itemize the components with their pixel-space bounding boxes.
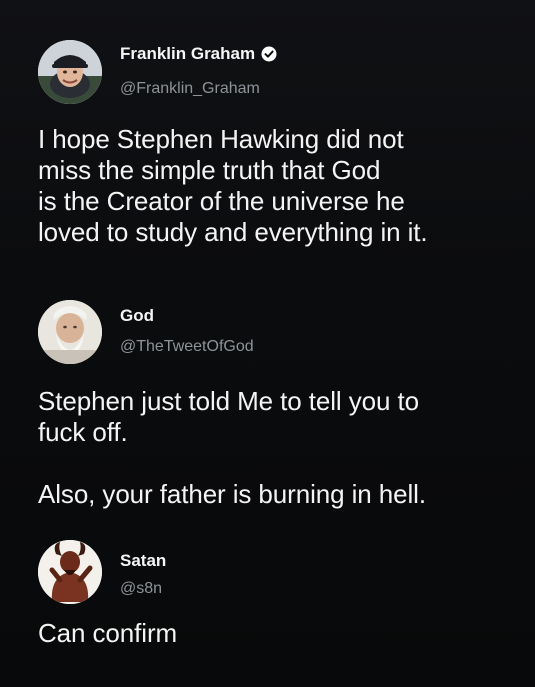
display-name[interactable]: Satan: [120, 551, 166, 571]
tweet-text-line: Also, your father is burning in hell.: [38, 479, 426, 509]
tweet-thread: Franklin Graham @Franklin_Graham I hope …: [0, 0, 535, 687]
tweet-text-line: miss the simple truth that God: [38, 155, 381, 185]
tweet-text: Stephen just told Me to tell you to fuck…: [38, 386, 518, 448]
display-name[interactable]: Franklin Graham: [120, 44, 255, 64]
tweet-text-line: fuck off.: [38, 417, 128, 447]
tweet-text: I hope Stephen Hawking did not miss the …: [38, 124, 518, 248]
tweet-text-line: Stephen just told Me to tell you to: [38, 386, 419, 416]
user-handle[interactable]: @s8n: [120, 580, 162, 598]
tweet-text-line: Can confirm: [38, 618, 178, 648]
tweet-text: Also, your father is burning in hell.: [38, 479, 518, 510]
user-handle[interactable]: @TheTweetOfGod: [120, 338, 254, 356]
satan-avatar-icon: [38, 540, 102, 604]
tweet-text-line: I hope Stephen Hawking did not: [38, 124, 404, 154]
verified-badge-icon: [261, 46, 277, 62]
avatar[interactable]: [38, 540, 102, 604]
franklin-graham-avatar-icon: [38, 40, 102, 104]
tweet-text-line: loved to study and everything in it.: [38, 217, 428, 247]
avatar[interactable]: [38, 40, 102, 104]
display-name[interactable]: God: [120, 306, 154, 326]
god-avatar-icon: [38, 300, 102, 364]
user-handle[interactable]: @Franklin_Graham: [120, 80, 260, 98]
tweet-text: Can confirm: [38, 618, 518, 649]
tweet-text-line: is the Creator of the universe he: [38, 186, 405, 216]
avatar[interactable]: [38, 300, 102, 364]
